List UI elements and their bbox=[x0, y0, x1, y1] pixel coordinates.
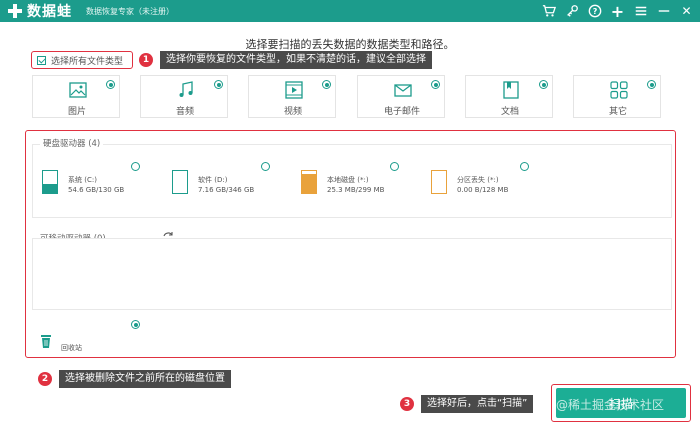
drive-name: 系统 (C:) bbox=[68, 176, 97, 184]
step-3-badge: 3 bbox=[400, 397, 414, 411]
file-type-radio[interactable] bbox=[539, 80, 548, 89]
drive-c-radio[interactable] bbox=[131, 162, 140, 171]
file-type-image[interactable]: 图片 bbox=[32, 75, 120, 118]
file-type-label: 其它 bbox=[608, 107, 627, 117]
file-type-audio[interactable]: 音频 bbox=[140, 75, 228, 118]
file-type-radio[interactable] bbox=[647, 80, 656, 89]
drive-icon bbox=[172, 170, 188, 194]
logo-cross-icon bbox=[6, 2, 24, 20]
app-title: 数据恢复专家（未注册） bbox=[86, 6, 174, 16]
drive-lost-radio[interactable] bbox=[520, 162, 529, 171]
file-type-label: 电子邮件 bbox=[383, 107, 420, 117]
step-3-tip: 选择好后，点击“扫描” bbox=[421, 395, 534, 413]
drive-size: 0.00 B/128 MB bbox=[457, 186, 509, 194]
menu-icon[interactable] bbox=[633, 4, 648, 19]
drive-name: 分区丢失 (*:) bbox=[457, 176, 499, 184]
select-all-checkbox[interactable]: 选择所有文件类型 bbox=[31, 51, 133, 69]
file-type-label: 音频 bbox=[175, 107, 194, 117]
recycle-bin-icon bbox=[41, 335, 51, 348]
drive-d-radio[interactable] bbox=[261, 162, 270, 171]
file-type-email[interactable]: 电子邮件 bbox=[357, 75, 445, 118]
cart-icon[interactable] bbox=[541, 4, 556, 19]
scan-button-label: 扫描 bbox=[608, 396, 633, 411]
step-2-tip: 选择被删除文件之前所在的磁盘位置 bbox=[59, 370, 231, 388]
video-icon bbox=[285, 81, 303, 99]
drive-size: 25.3 MB/299 MB bbox=[327, 186, 385, 194]
drive-name: 本地磁盘 (*:) bbox=[327, 176, 369, 184]
file-type-label: 图片 bbox=[67, 107, 86, 117]
others-icon bbox=[610, 81, 628, 99]
step-1-tip: 选择你要恢复的文件类型，如果不清楚的话，建议全部选择 bbox=[160, 51, 432, 69]
select-all-label: 选择所有文件类型 bbox=[51, 56, 124, 67]
step-1-badge: 1 bbox=[139, 53, 153, 67]
drive-icon bbox=[301, 170, 317, 194]
drive-name: 软件 (D:) bbox=[198, 176, 228, 184]
music-icon bbox=[179, 81, 193, 97]
plus-icon[interactable]: + bbox=[610, 2, 625, 21]
file-type-others[interactable]: 其它 bbox=[573, 75, 661, 118]
file-type-radio[interactable] bbox=[106, 80, 115, 89]
email-icon bbox=[394, 84, 412, 97]
removable-drives-section bbox=[32, 238, 672, 310]
recycle-bin-radio[interactable] bbox=[131, 320, 140, 329]
image-icon bbox=[69, 82, 87, 98]
file-type-video[interactable]: 视频 bbox=[248, 75, 336, 118]
key-icon[interactable] bbox=[564, 4, 579, 19]
minimize-icon[interactable] bbox=[656, 4, 671, 19]
instruction-text: 选择要扫描的丢失数据的数据类型和路径。 bbox=[245, 38, 455, 51]
step-2-badge: 2 bbox=[38, 372, 52, 386]
checkbox-icon[interactable] bbox=[37, 55, 46, 65]
title-bar: 数据蛙 数据恢复专家（未注册） ? + ✕ bbox=[0, 0, 700, 22]
help-icon[interactable]: ? bbox=[587, 4, 602, 19]
file-type-label: 文档 bbox=[500, 107, 519, 117]
drive-size: 7.16 GB/346 GB bbox=[198, 186, 255, 194]
hard-drives-title: 硬盘驱动器 (4) bbox=[40, 137, 104, 149]
drive-icon bbox=[431, 170, 447, 194]
file-type-document[interactable]: 文档 bbox=[465, 75, 553, 118]
file-type-radio[interactable] bbox=[214, 80, 223, 89]
file-type-label: 视频 bbox=[283, 107, 302, 117]
scan-button[interactable]: 扫描 bbox=[556, 388, 686, 418]
app-logo: 数据蛙 bbox=[0, 1, 72, 21]
drive-size: 54.6 GB/130 GB bbox=[68, 186, 125, 194]
file-type-radio[interactable] bbox=[322, 80, 331, 89]
document-icon bbox=[503, 81, 519, 99]
recycle-bin-label[interactable]: 回收站 bbox=[61, 343, 82, 353]
drive-local-radio[interactable] bbox=[390, 162, 399, 171]
file-type-radio[interactable] bbox=[431, 80, 440, 89]
help-glyph: ? bbox=[592, 7, 597, 16]
logo-text: 数据蛙 bbox=[27, 4, 72, 20]
close-icon[interactable]: ✕ bbox=[679, 4, 694, 19]
drive-icon bbox=[42, 170, 58, 194]
